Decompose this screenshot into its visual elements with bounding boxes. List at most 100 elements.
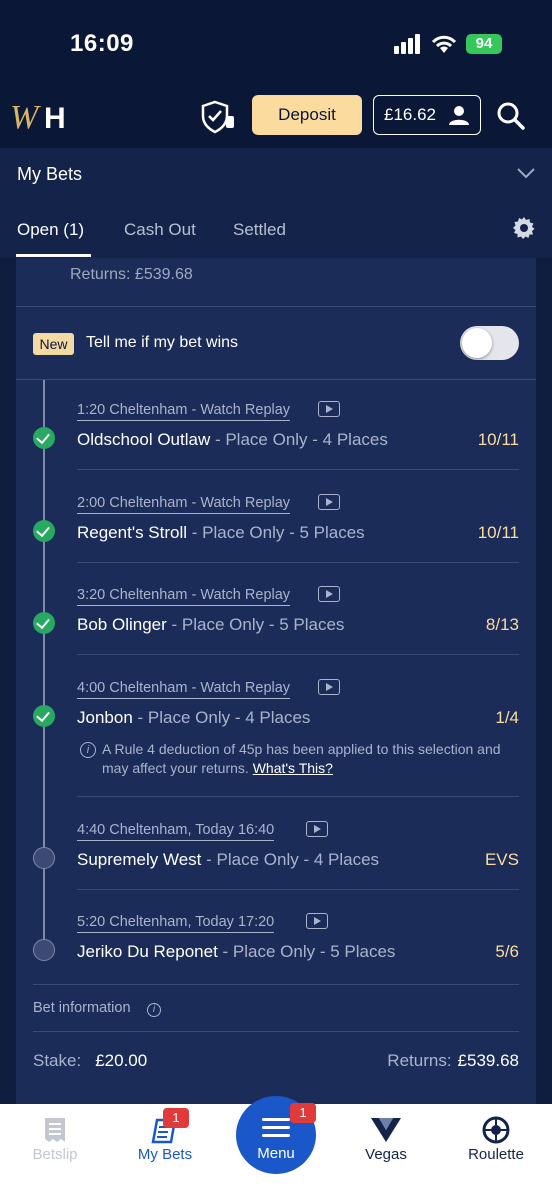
pending-status-icon <box>33 939 55 961</box>
play-icon[interactable] <box>318 586 340 602</box>
selection-text: Oldschool Outlaw - Place Only - 4 Places <box>77 430 388 450</box>
nav-menu-label: Menu <box>257 1145 295 1162</box>
nav-vegas-label: Vegas <box>365 1146 407 1163</box>
svg-text:W: W <box>10 99 41 136</box>
page-title: My Bets <box>17 164 83 184</box>
nav-roulette[interactable]: Roulette <box>441 1104 551 1200</box>
market-text: - Place Only - 4 Places <box>210 430 388 449</box>
race-info: 4:40 Cheltenham, Today 16:40 <box>77 822 275 841</box>
safer-gambling-shield-icon[interactable] <box>200 100 238 134</box>
play-icon[interactable] <box>318 494 340 510</box>
account-balance-button[interactable]: £16.62 <box>373 95 481 135</box>
new-badge: New <box>33 333 74 355</box>
status-bar: 16:09 94 <box>0 0 552 88</box>
stake-row: Stake: £20.00 <box>33 1051 147 1071</box>
race-time: , Today 17:20 <box>187 914 275 930</box>
notify-label: Tell me if my bet wins <box>86 334 239 351</box>
nav-roulette-label: Roulette <box>468 1146 524 1163</box>
deposit-button[interactable]: Deposit <box>252 95 362 135</box>
market-text: - Place Only - 5 Places <box>166 615 345 634</box>
race-link[interactable]: 5:20 Cheltenham <box>77 914 187 930</box>
app-header: W H Deposit £16.62 <box>0 88 552 148</box>
balance-amount: £16.62 <box>384 105 436 124</box>
race-replay-link[interactable]: 2:00 Cheltenham - Watch Replay <box>77 495 291 514</box>
market-text: - Place Only - 4 Places <box>201 850 380 869</box>
race-replay-link[interactable]: 3:20 Cheltenham - Watch Replay <box>77 587 291 606</box>
race-replay-link[interactable]: 1:20 Cheltenham - Watch Replay <box>77 402 291 421</box>
whats-this-link[interactable]: What's This? <box>253 760 333 776</box>
divider <box>33 984 519 985</box>
won-check-icon <box>33 705 55 727</box>
returns-value: £539.68 <box>457 1051 519 1070</box>
tab-settled[interactable]: Settled <box>233 220 286 240</box>
horse-name: Jeriko Du Reponet <box>77 942 218 961</box>
race-replay-link[interactable]: 4:00 Cheltenham - Watch Replay <box>77 680 291 699</box>
nav-betslip-label: Betslip <box>32 1146 78 1163</box>
cellular-signal-icon <box>394 34 420 54</box>
divider <box>77 889 519 890</box>
selection-text: Regent's Stroll - Place Only - 5 Places <box>77 523 365 543</box>
tab-open[interactable]: Open (1) <box>17 220 84 240</box>
horse-name: Bob Olinger <box>77 615 167 634</box>
betslip-icon <box>45 1118 65 1142</box>
play-icon[interactable] <box>306 913 328 929</box>
odds: 10/11 <box>477 430 519 449</box>
divider <box>77 562 519 563</box>
active-tab-indicator <box>16 254 91 257</box>
returns-summary: Returns: £539.68 <box>70 266 193 283</box>
my-bets-badge: 1 <box>163 1108 189 1128</box>
stake-label: Stake: <box>33 1051 82 1070</box>
divider <box>77 469 519 470</box>
info-icon: i <box>80 742 96 758</box>
bet-information-label[interactable]: Bet information <box>33 1000 131 1016</box>
info-icon[interactable]: i <box>147 1003 161 1017</box>
bet-card: Returns: £539.68 New Tell me if my bet w… <box>16 258 536 1104</box>
search-icon[interactable] <box>496 101 526 131</box>
market-text: - Place Only - 5 Places <box>187 523 365 542</box>
svg-text:H: H <box>44 102 66 135</box>
nav-betslip[interactable]: Betslip <box>0 1104 110 1200</box>
play-icon[interactable] <box>318 401 340 417</box>
divider <box>33 1031 519 1032</box>
market-text: - Place Only - 5 Places <box>217 942 396 961</box>
won-check-icon <box>33 520 55 542</box>
returns-row: Returns: £539.68 <box>387 1051 519 1071</box>
hamburger-menu-icon <box>262 1118 290 1137</box>
bets-tabs: Open (1) Cash Out Settled <box>0 202 552 258</box>
odds: 8/13 <box>485 615 519 634</box>
user-icon <box>449 106 469 125</box>
selection-text: Jonbon - Place Only - 4 Places <box>77 708 310 728</box>
won-check-icon <box>33 612 55 634</box>
notify-toggle[interactable] <box>460 326 519 360</box>
chevron-down-icon[interactable] <box>516 166 536 180</box>
returns-label: Returns: <box>387 1051 452 1070</box>
divider <box>16 379 536 380</box>
gear-icon[interactable] <box>512 216 536 240</box>
odds: 1/4 <box>495 708 519 727</box>
nav-vegas[interactable]: Vegas <box>331 1104 441 1200</box>
odds: EVS <box>484 850 519 869</box>
battery-indicator: 94 <box>466 34 502 54</box>
play-icon[interactable] <box>318 679 340 695</box>
divider <box>16 306 536 307</box>
menu-badge: 1 <box>290 1103 316 1123</box>
horse-name: Regent's Stroll <box>77 523 188 542</box>
race-time: , Today 16:40 <box>187 822 275 838</box>
rule4-notice: A Rule 4 deduction of 45p has been appli… <box>102 740 522 778</box>
william-hill-logo[interactable]: W H <box>10 96 72 136</box>
stake-value: £20.00 <box>95 1051 148 1070</box>
play-icon[interactable] <box>306 821 328 837</box>
tab-cash-out[interactable]: Cash Out <box>124 220 196 240</box>
nav-my-bets[interactable]: 1 My Bets <box>110 1104 220 1200</box>
roulette-icon <box>482 1116 510 1144</box>
nav-my-bets-label: My Bets <box>137 1146 193 1163</box>
horse-name: Jonbon <box>77 708 133 727</box>
won-check-icon <box>33 427 55 449</box>
wifi-icon <box>431 35 457 53</box>
toggle-knob <box>462 328 492 358</box>
selection-text: Bob Olinger - Place Only - 5 Places <box>77 615 344 635</box>
race-link[interactable]: 4:40 Cheltenham <box>77 822 187 838</box>
my-bets-header[interactable]: My Bets <box>0 148 552 202</box>
selection-text: Jeriko Du Reponet - Place Only - 5 Place… <box>77 942 395 962</box>
horse-name: Oldschool Outlaw <box>77 430 211 449</box>
